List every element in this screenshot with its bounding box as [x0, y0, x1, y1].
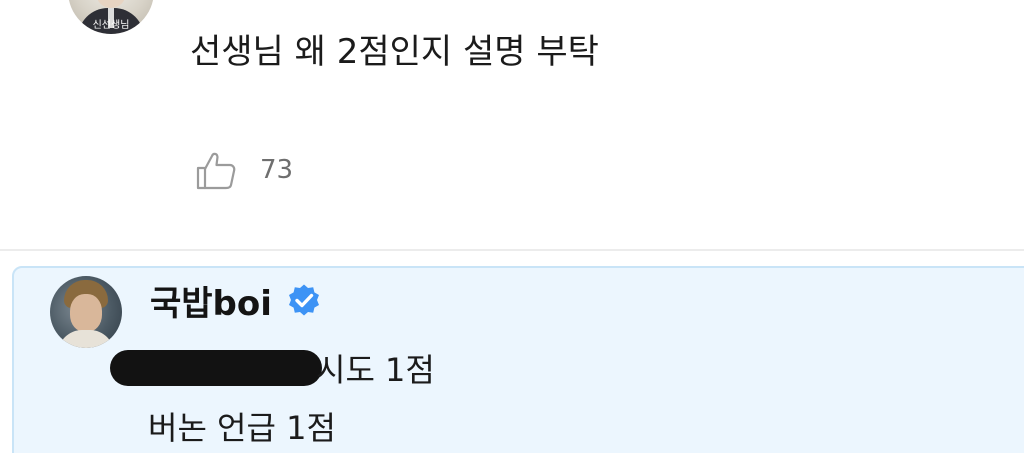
divider [0, 249, 1024, 251]
avatar-caption: 신선생님 [92, 20, 130, 31]
redaction-bar [110, 350, 322, 386]
author-name[interactable]: 국밥boi [150, 276, 272, 325]
reply-header: 국밥boi [150, 276, 322, 325]
reply-line-1: 시도 1점 [110, 346, 435, 390]
verified-badge-icon [286, 283, 322, 319]
like-row: 73 [194, 148, 293, 192]
avatar-shirt [58, 330, 114, 348]
avatar-face [96, 0, 126, 8]
comment-text: 선생님 왜 2점인지 설명 부탁 [190, 32, 599, 72]
thumbs-up-icon[interactable] [194, 148, 238, 192]
comment-thread: 신선생님 선생님 왜 2점인지 설명 부탁 73 국밥boi 시도 1점 버논 … [0, 0, 1024, 453]
reply-line-2: 버논 언급 1점 [148, 404, 336, 448]
reply-card: 국밥boi 시도 1점 버논 언급 1점 [12, 266, 1024, 453]
reply-text-1: 시도 1점 [316, 351, 435, 389]
like-count: 73 [260, 155, 294, 185]
top-comment: 신선생님 선생님 왜 2점인지 설명 부탁 73 [0, 0, 1024, 250]
avatar-face [70, 294, 102, 332]
reply-text-2: 버논 언급 1점 [148, 409, 336, 447]
avatar[interactable]: 신선생님 [68, 0, 154, 34]
avatar[interactable] [50, 276, 122, 348]
